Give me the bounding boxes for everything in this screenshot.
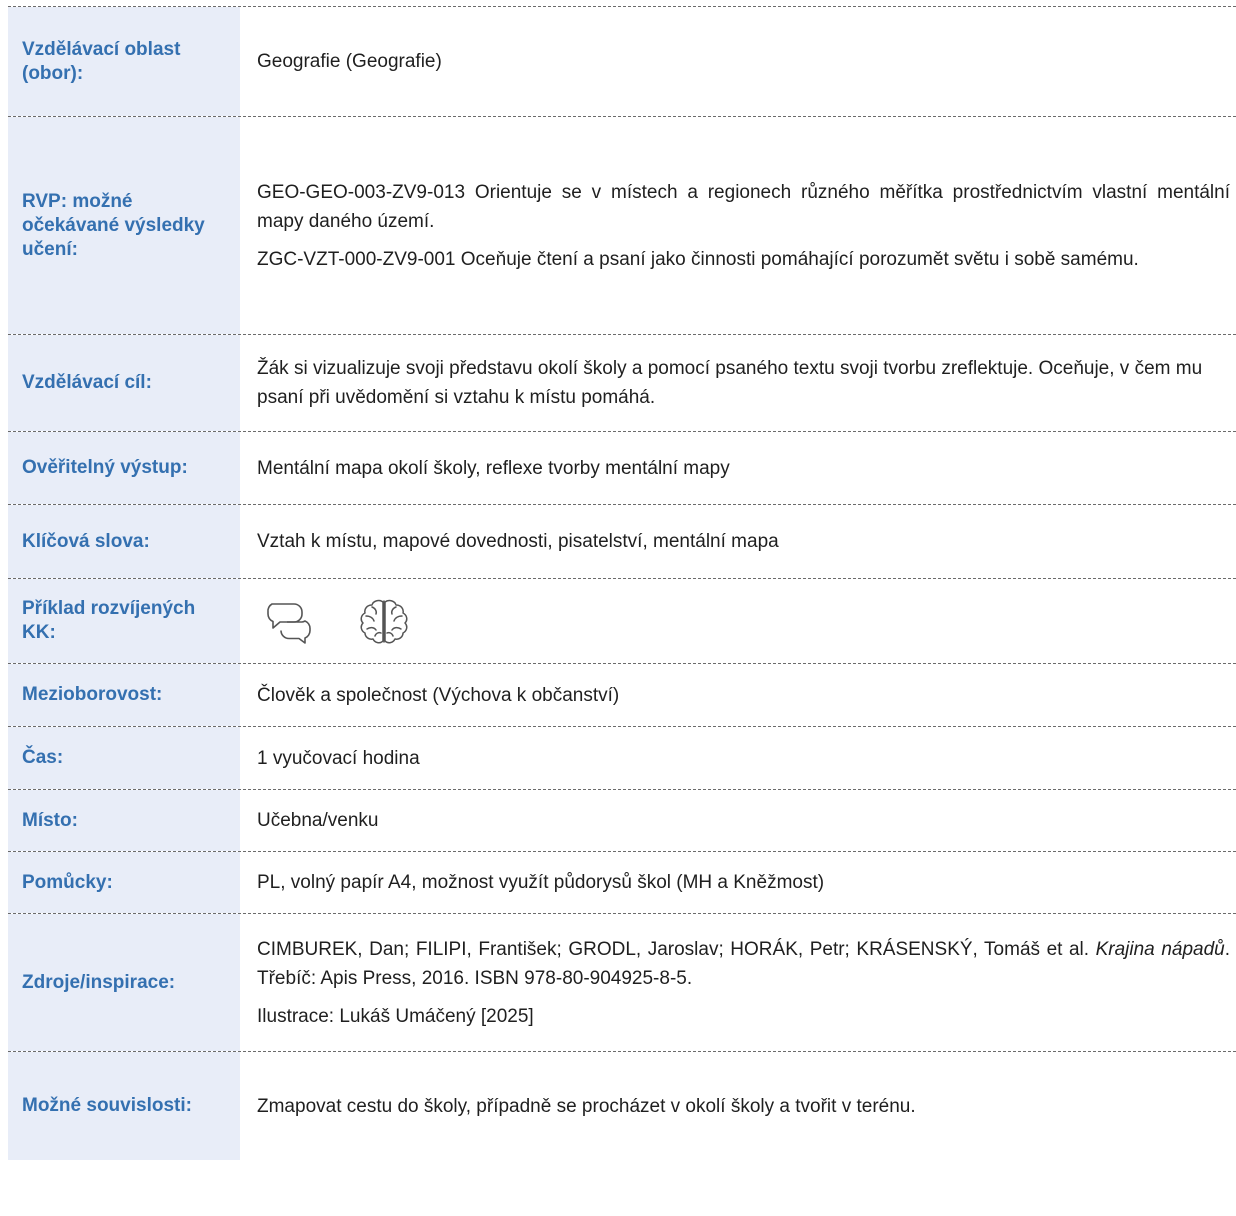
row-value: Žák si vizualizuje svoji představu okolí… — [240, 335, 1236, 431]
row-label: Příklad rozvíjených KK: — [8, 579, 240, 663]
row-label: Vzdělávací cíl: — [8, 335, 240, 431]
row-label: Vzdělávací oblast (obor): — [8, 7, 240, 116]
row-interdisciplinarity: Mezioborovost: Člověk a společnost (Vých… — [8, 663, 1236, 726]
row-value: GEO-GEO-003-ZV9-013 Orientuje se v míste… — [240, 117, 1236, 334]
row-value: Mentální mapa okolí školy, reflexe tvorb… — [240, 432, 1236, 504]
value-text: GEO-GEO-003-ZV9-013 Orientuje se v míste… — [257, 181, 1230, 232]
value-text: 1 vyučovací hodina — [257, 747, 420, 769]
lesson-info-table: Vzdělávací oblast (obor): Geografie (Geo… — [8, 6, 1236, 1160]
row-label: Mezioborovost: — [8, 664, 240, 726]
row-materials: Pomůcky: PL, volný papír A4, možnost vyu… — [8, 851, 1236, 913]
row-label: Ověřitelný výstup: — [8, 432, 240, 504]
value-text: PL, volný papír A4, možnost využít půdor… — [257, 872, 825, 893]
value-text: Žák si vizualizuje svoji představu okolí… — [257, 358, 1203, 408]
row-educational-goal: Vzdělávací cíl: Žák si vizualizuje svoji… — [8, 334, 1236, 431]
row-label: RVP: možné očekávané výsledky učení: — [8, 117, 240, 334]
row-label: Zdroje/inspirace: — [8, 914, 240, 1051]
value-text: Člověk a společnost (Výchova k občanství… — [257, 684, 620, 706]
row-subject-area: Vzdělávací oblast (obor): Geografie (Geo… — [8, 6, 1236, 116]
row-value: Učebna/venku — [240, 790, 1236, 851]
brain-icon — [357, 594, 411, 648]
row-value: Člověk a společnost (Výchova k občanství… — [240, 664, 1236, 726]
row-label: Možné souvislosti: — [8, 1052, 240, 1160]
row-time: Čas: 1 vyučovací hodina — [8, 726, 1236, 789]
value-text: Geografie (Geografie) — [257, 51, 442, 72]
row-verifiable-output: Ověřitelný výstup: Mentální mapa okolí š… — [8, 431, 1236, 504]
row-learning-outcomes: RVP: možné očekávané výsledky učení: GEO… — [8, 116, 1236, 334]
row-value: PL, volný papír A4, možnost využít půdor… — [240, 852, 1236, 913]
illustration-credit: Ilustrace: Lukáš Umáčený [2025] — [257, 1005, 534, 1027]
row-label: Pomůcky: — [8, 852, 240, 913]
row-value — [240, 579, 1236, 663]
row-key-competencies: Příklad rozvíjených KK: — [8, 578, 1236, 663]
row-value: Vztah k místu, mapové dovednosti, pisate… — [240, 505, 1236, 578]
value-text: Mentální mapa okolí školy, reflexe tvorb… — [257, 457, 730, 479]
speech-bubbles-icon — [263, 594, 317, 648]
row-label: Místo: — [8, 790, 240, 851]
row-place: Místo: Učebna/venku — [8, 789, 1236, 851]
row-label: Klíčová slova: — [8, 505, 240, 578]
row-possible-connections: Možné souvislosti: Zmapovat cestu do ško… — [8, 1051, 1236, 1160]
value-text: Učebna/venku — [257, 810, 379, 831]
source-citation: CIMBUREK, Dan; FILIPI, František; GRODL,… — [257, 935, 1230, 993]
row-label: Čas: — [8, 727, 240, 789]
value-text: Zmapovat cestu do školy, případně se pro… — [257, 1095, 916, 1117]
row-value: Zmapovat cestu do školy, případně se pro… — [240, 1052, 1236, 1160]
source-title: Krajina nápadů — [1095, 938, 1225, 960]
source-authors: CIMBUREK, Dan; FILIPI, František; GRODL,… — [257, 938, 1090, 960]
row-sources: Zdroje/inspirace: CIMBUREK, Dan; FILIPI,… — [8, 913, 1236, 1051]
competency-icons — [257, 594, 1230, 648]
row-value: 1 vyučovací hodina — [240, 727, 1236, 789]
value-text: Vztah k místu, mapové dovednosti, pisate… — [257, 531, 779, 552]
row-value: CIMBUREK, Dan; FILIPI, František; GRODL,… — [240, 914, 1236, 1051]
row-keywords: Klíčová slova: Vztah k místu, mapové dov… — [8, 504, 1236, 578]
value-text: ZGC-VZT-000-ZV9-001 Oceňuje čtení a psan… — [257, 248, 1139, 270]
row-value: Geografie (Geografie) — [240, 7, 1236, 116]
